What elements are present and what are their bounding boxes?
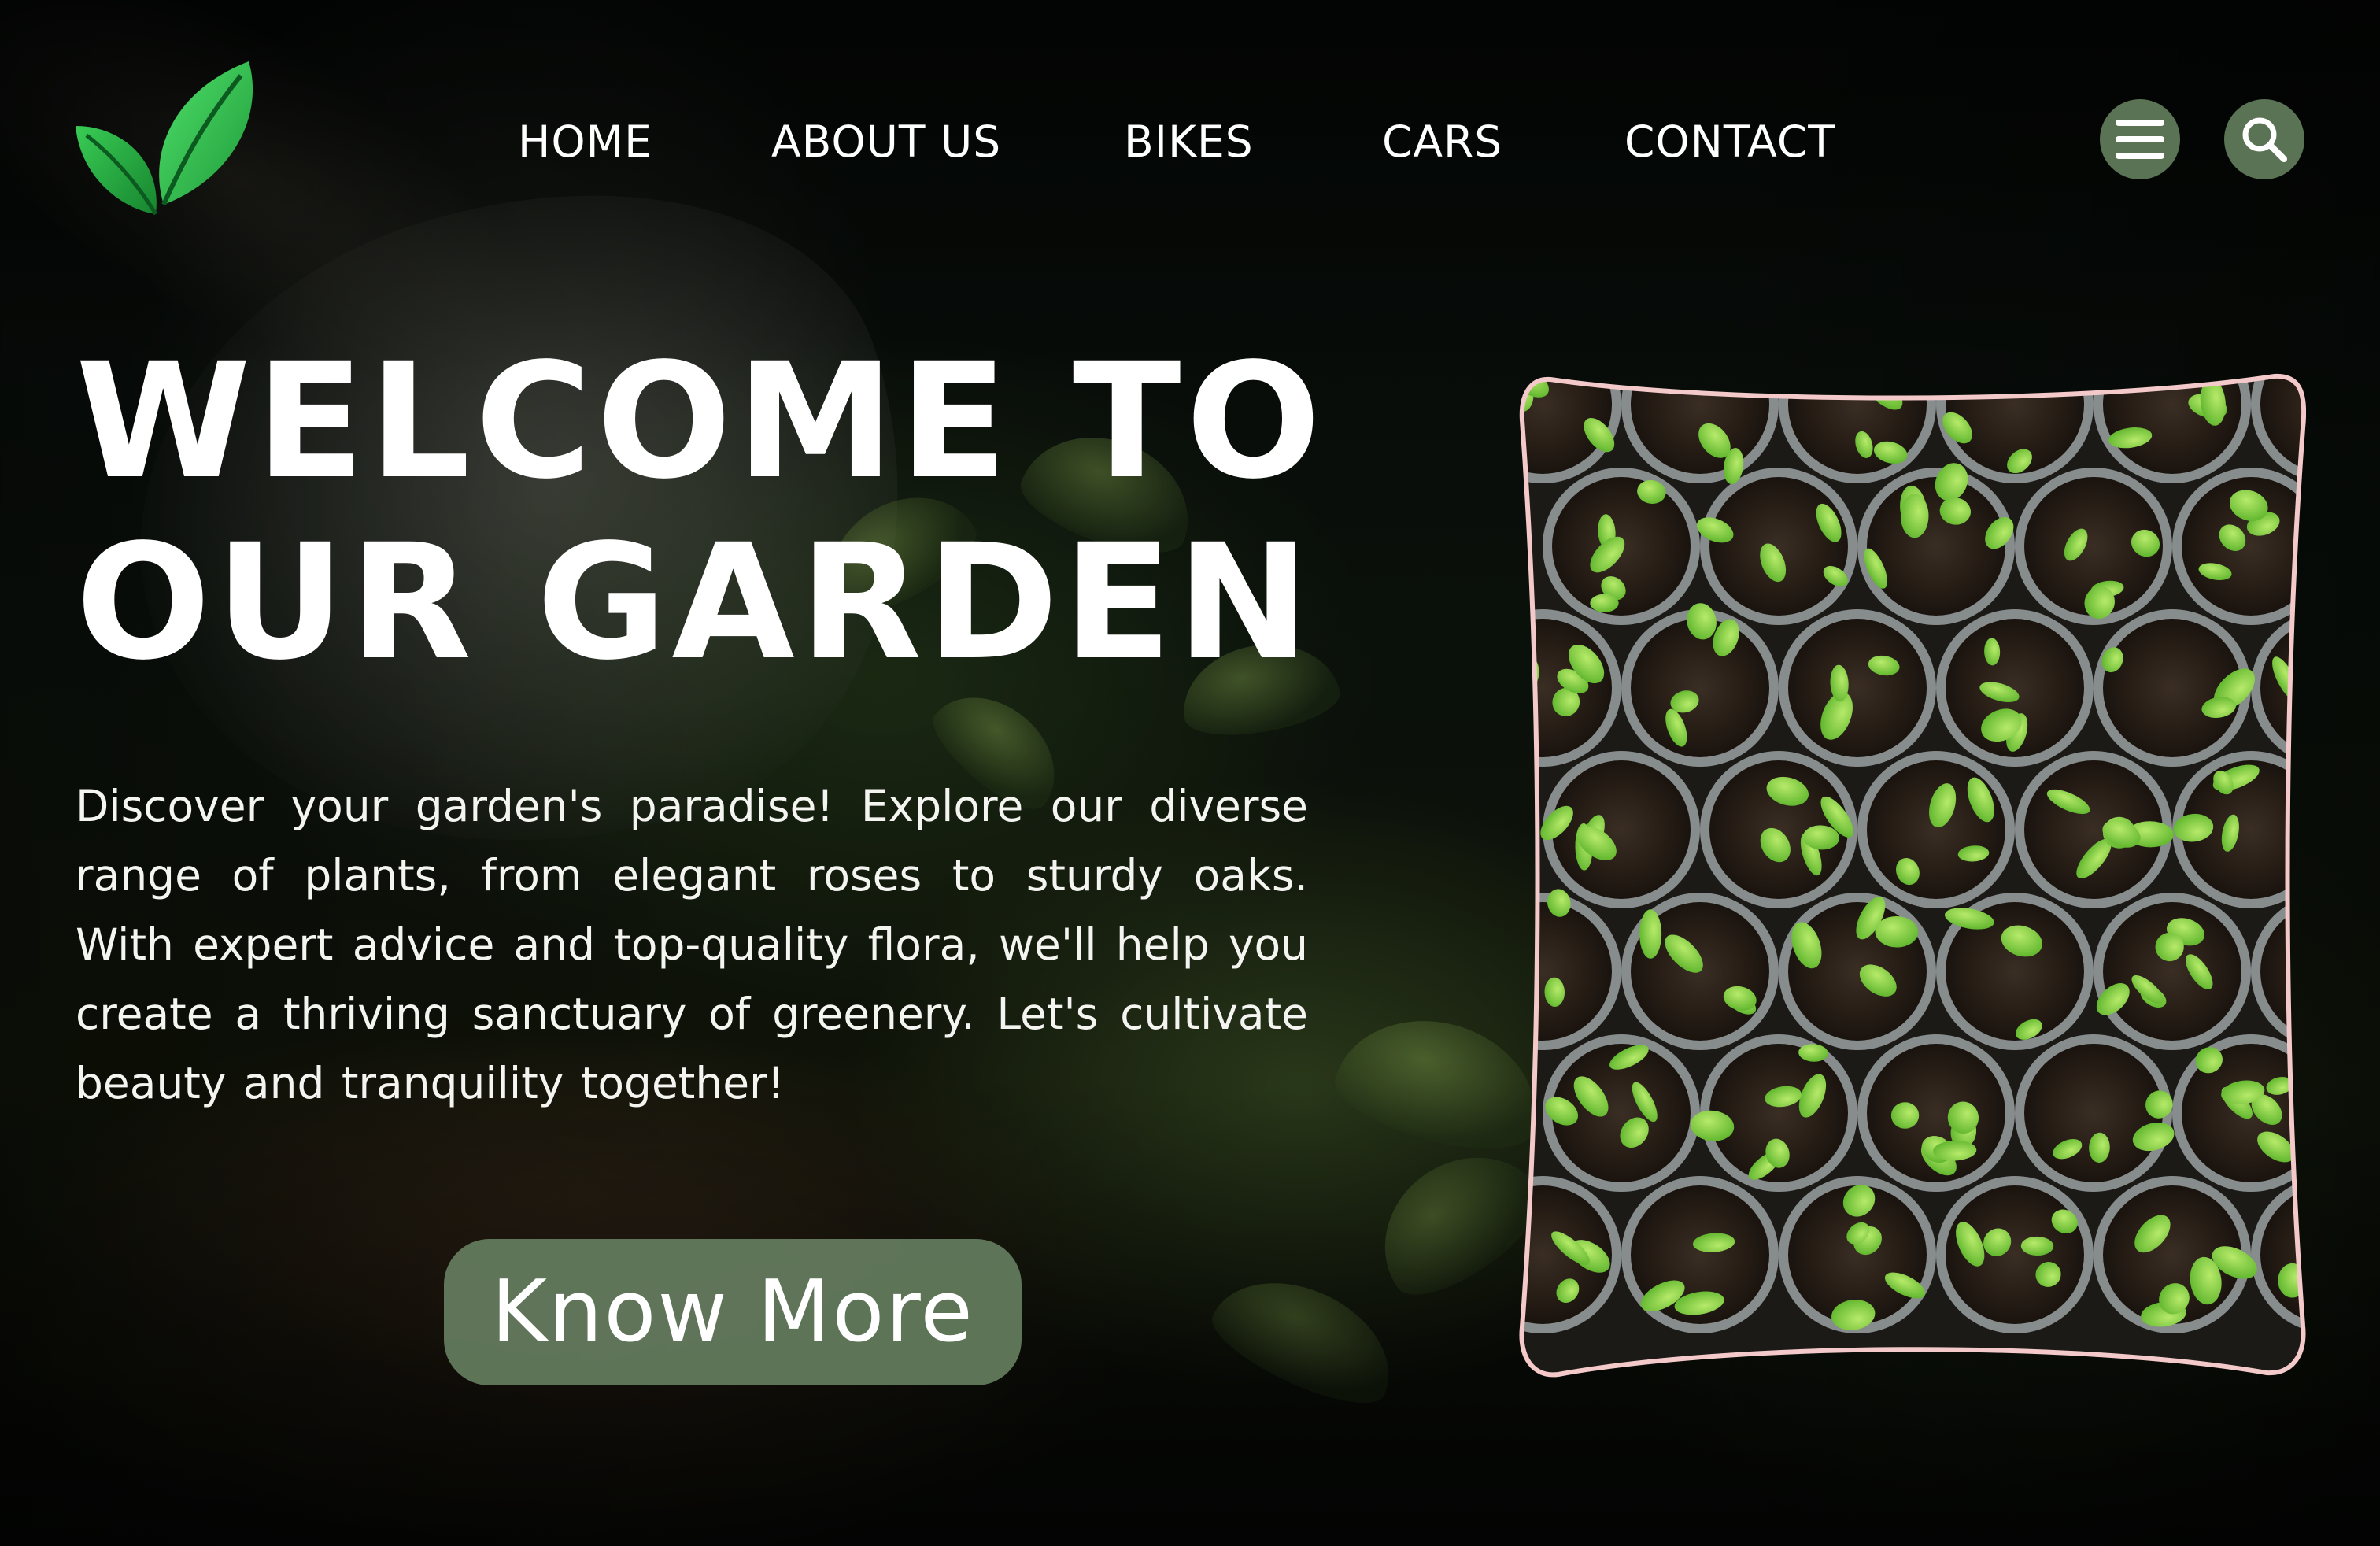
pot-soil: [1709, 477, 1848, 616]
nav-item-about-us[interactable]: ABOUT US: [771, 110, 1001, 173]
pot-soil: [1788, 619, 1927, 757]
seedling-leaf: [2289, 373, 2306, 377]
main-navigation: HOME ABOUT US BIKES CARS CONTACT: [0, 110, 2380, 173]
seedling-leaf: [2031, 373, 2086, 379]
seedling-leaf: [1750, 375, 1779, 390]
hero-title: WELCOME TO OUR GARDEN: [76, 331, 1414, 693]
search-button[interactable]: [2224, 99, 2304, 179]
hamburger-menu-icon: [2116, 120, 2164, 159]
seedlings-image: [1519, 373, 2306, 1381]
pot-soil: [1867, 760, 2005, 899]
pot-soil: [1631, 619, 1769, 757]
nav-item-bikes[interactable]: BIKES: [1124, 110, 1254, 173]
seedling-leaf: [1639, 909, 1662, 959]
nav-item-contact[interactable]: CONTACT: [1624, 110, 1835, 173]
seedling-leaf: [1974, 375, 1997, 382]
search-icon: [2242, 117, 2287, 162]
nav-item-cars[interactable]: CARS: [1382, 110, 1502, 173]
seedling-leaf: [1590, 594, 1619, 612]
hero-title-line-1: WELCOME TO: [76, 328, 1326, 514]
menu-button[interactable]: [2100, 99, 2180, 179]
hero-title-line-2: OUR GARDEN: [76, 509, 1315, 695]
seedling-leaf: [1900, 494, 1929, 538]
seedling-leaf: [2303, 693, 2304, 720]
pot-soil: [2024, 1044, 2163, 1182]
hero-description: Discover your garden's paradise! Explore…: [76, 781, 1308, 1108]
seedling-leaf: [2301, 927, 2304, 954]
pot-soil: [1552, 760, 1691, 899]
pot-soil: [1867, 477, 2005, 616]
nav-item-home[interactable]: HOME: [518, 110, 652, 173]
know-more-button[interactable]: Know More: [444, 1239, 1022, 1385]
seedling-leaf: [2297, 962, 2304, 1002]
